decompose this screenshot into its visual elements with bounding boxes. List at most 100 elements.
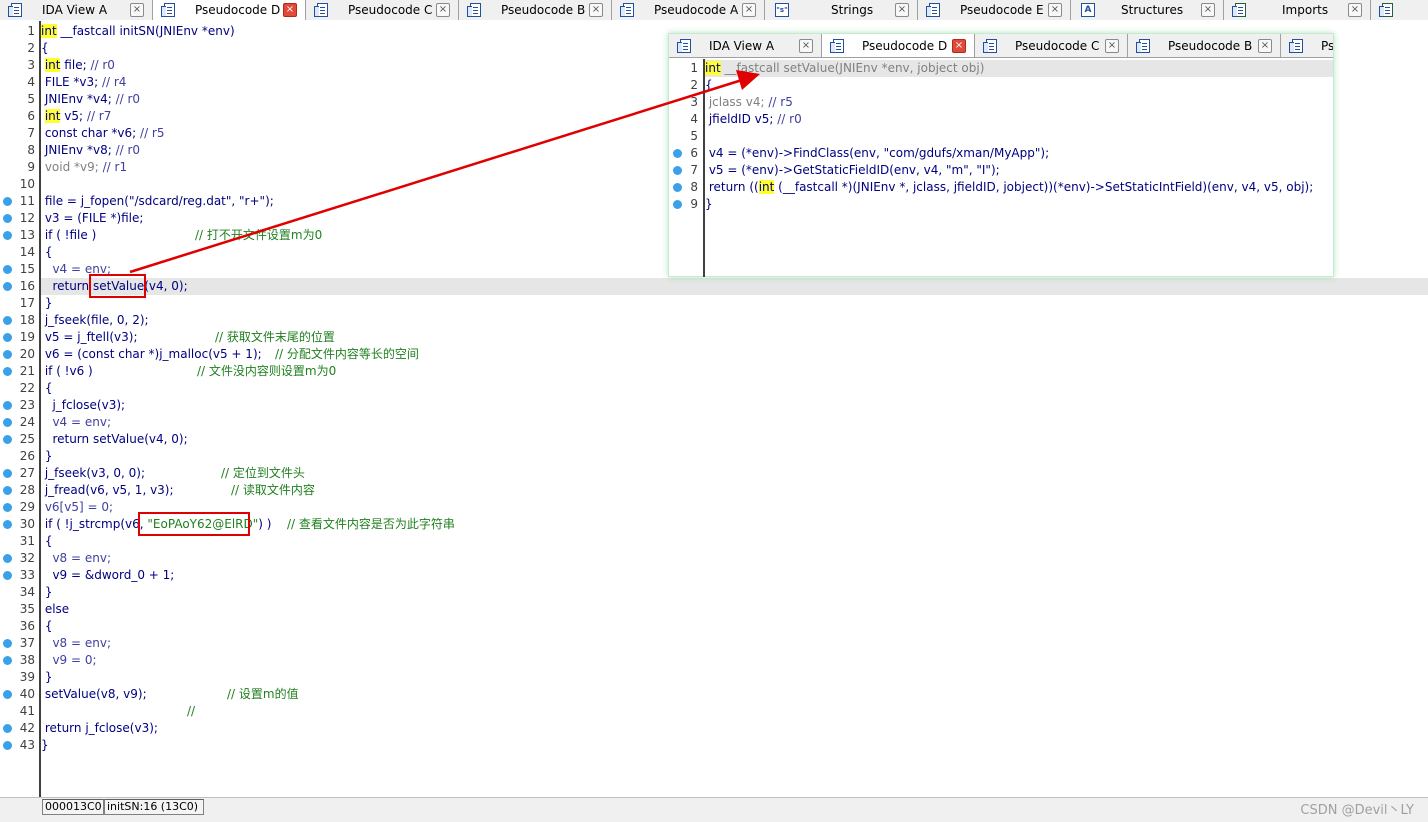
close-icon[interactable]: × [589,3,603,17]
code-line[interactable]: setValue(v8, v9);// 设置m的值 [41,686,299,703]
breakpoint-dot-icon[interactable] [673,149,682,158]
popup-tab-ida-view-a[interactable]: IDA View A × [669,34,822,57]
breakpoint-dot-icon[interactable] [3,741,12,750]
breakpoint-dot-icon[interactable] [3,367,12,376]
breakpoint-dot-icon[interactable] [3,350,12,359]
close-icon[interactable]: × [1258,39,1272,53]
code-line[interactable]: v6 = (const char *)j_malloc(v5 + 1);// 分… [41,346,419,363]
code-line[interactable]: else [41,601,69,618]
code-line[interactable]: } [41,584,53,601]
close-icon[interactable]: × [1348,3,1362,17]
code-line[interactable]: v9 = &dword_0 + 1; [41,567,174,584]
code-line[interactable]: { [705,77,713,94]
breakpoint-dot-icon[interactable] [3,554,12,563]
code-line[interactable]: } [705,196,713,213]
breakpoint-dot-icon[interactable] [3,265,12,274]
popup-pseudocode-editor[interactable]: int __fastcall setValue(JNIEnv *env, job… [705,60,1333,276]
code-line[interactable]: { [41,380,53,397]
popup-tab-pseudocode-a[interactable]: Pse [1281,34,1333,57]
tab-pseudocode-c[interactable]: Pseudocode C × [306,0,459,20]
close-icon[interactable]: × [895,3,909,17]
close-icon[interactable]: × [742,3,756,17]
breakpoint-dot-icon[interactable] [3,690,12,699]
code-line[interactable]: if ( !v6 )// 文件没内容则设置m为0 [41,363,336,380]
code-line[interactable]: j_fseek(file, 0, 2); [41,312,149,329]
code-line[interactable]: file = j_fopen("/sdcard/reg.dat", "r+"); [41,193,274,210]
code-line[interactable]: return setValue(v4, 0); [41,431,187,448]
code-line[interactable]: int __fastcall initSN(JNIEnv *env) [41,23,235,40]
tab-ida-view-a[interactable]: IDA View A × [0,0,153,20]
code-line[interactable]: JNIEnv *v8; // r0 [41,142,140,159]
code-line[interactable]: { [41,618,53,635]
tab-pseudocode-b[interactable]: Pseudocode B × [459,0,612,20]
tab-structures[interactable]: A Structures × [1071,0,1224,20]
breakpoint-dot-icon[interactable] [3,435,12,444]
breakpoint-dot-icon[interactable] [3,197,12,206]
close-icon[interactable]: × [1048,3,1062,17]
breakpoint-dot-icon[interactable] [3,724,12,733]
tab-pseudocode-a[interactable]: Pseudocode A × [612,0,765,20]
breakpoint-dot-icon[interactable] [3,401,12,410]
code-line[interactable]: v8 = env; [41,550,111,567]
close-icon[interactable]: × [1105,39,1119,53]
breakpoint-dot-icon[interactable] [3,486,12,495]
code-line[interactable]: { [41,533,53,550]
breakpoint-dot-icon[interactable] [3,282,12,291]
breakpoint-dot-icon[interactable] [3,418,12,427]
breakpoint-dot-icon[interactable] [3,316,12,325]
code-line[interactable]: JNIEnv *v4; // r0 [41,91,140,108]
close-icon[interactable]: × [952,39,966,53]
code-line[interactable]: jfieldID v5; // r0 [705,111,802,128]
code-line[interactable]: v3 = (FILE *)file; [41,210,144,227]
close-icon[interactable]: × [799,39,813,53]
breakpoint-dot-icon[interactable] [3,231,12,240]
breakpoint-dot-icon[interactable] [673,183,682,192]
breakpoint-dot-icon[interactable] [3,214,12,223]
breakpoint-dot-icon[interactable] [3,656,12,665]
code-line[interactable]: return j_fclose(v3); [41,720,158,737]
popup-tab-pseudocode-c[interactable]: Pseudocode C × [975,34,1128,57]
code-line[interactable]: v8 = env; [41,635,111,652]
tab-strings[interactable]: "s" Strings × [765,0,918,20]
code-line[interactable]: v4 = (*env)->FindClass(env, "com/gdufs/x… [705,145,1049,162]
code-line[interactable]: } [41,448,53,465]
code-line[interactable]: jclass v4; // r5 [705,94,793,111]
breakpoint-dot-icon[interactable] [3,639,12,648]
breakpoint-dot-icon[interactable] [673,200,682,209]
code-line[interactable]: } [41,295,53,312]
breakpoint-dot-icon[interactable] [3,469,12,478]
tab-pseudocode-e[interactable]: Pseudocode E × [918,0,1071,20]
code-line[interactable]: void *v9; // r1 [41,159,127,176]
code-line[interactable]: j_fread(v6, v5, 1, v3);// 读取文件内容 [41,482,315,499]
breakpoint-dot-icon[interactable] [673,166,682,175]
code-line[interactable]: FILE *v3; // r4 [41,74,127,91]
code-line[interactable]: if ( !file )// 打不开文件设置m为0 [41,227,322,244]
code-line[interactable]: v4 = env; [41,414,111,431]
close-icon[interactable]: × [130,3,144,17]
breakpoint-dot-icon[interactable] [3,571,12,580]
code-line[interactable]: return ((int (__fastcall *)(JNIEnv *, jc… [705,179,1313,196]
breakpoint-dot-icon[interactable] [3,503,12,512]
code-line[interactable]: } [41,737,49,754]
code-line[interactable]: { [41,40,49,57]
code-line[interactable]: v5 = j_ftell(v3);// 获取文件末尾的位置 [41,329,335,346]
popup-tab-pseudocode-b[interactable]: Pseudocode B × [1128,34,1281,57]
code-line[interactable]: j_fseek(v3, 0, 0);// 定位到文件头 [41,465,305,482]
tab-exports[interactable] [1371,0,1428,20]
code-line[interactable]: } [41,669,53,686]
tab-imports[interactable]: Imports × [1224,0,1371,20]
code-line[interactable]: v6[v5] = 0; [41,499,113,516]
code-line[interactable]: const char *v6; // r5 [41,125,165,142]
breakpoint-dot-icon[interactable] [3,333,12,342]
code-line[interactable]: v9 = 0; [41,652,96,669]
close-icon[interactable]: × [436,3,450,17]
code-line[interactable]: { [41,244,53,261]
code-line[interactable]: v5 = (*env)->GetStaticFieldID(env, v4, "… [705,162,1000,179]
close-icon[interactable]: × [283,3,297,17]
code-line[interactable]: int file; // r0 [41,57,115,74]
code-line[interactable]: int v5; // r7 [41,108,111,125]
code-line[interactable]: j_fclose(v3); [41,397,125,414]
code-line[interactable]: int __fastcall setValue(JNIEnv *env, job… [705,60,984,77]
popup-tab-pseudocode-d[interactable]: Pseudocode D × [822,34,975,57]
close-icon[interactable]: × [1201,3,1215,17]
